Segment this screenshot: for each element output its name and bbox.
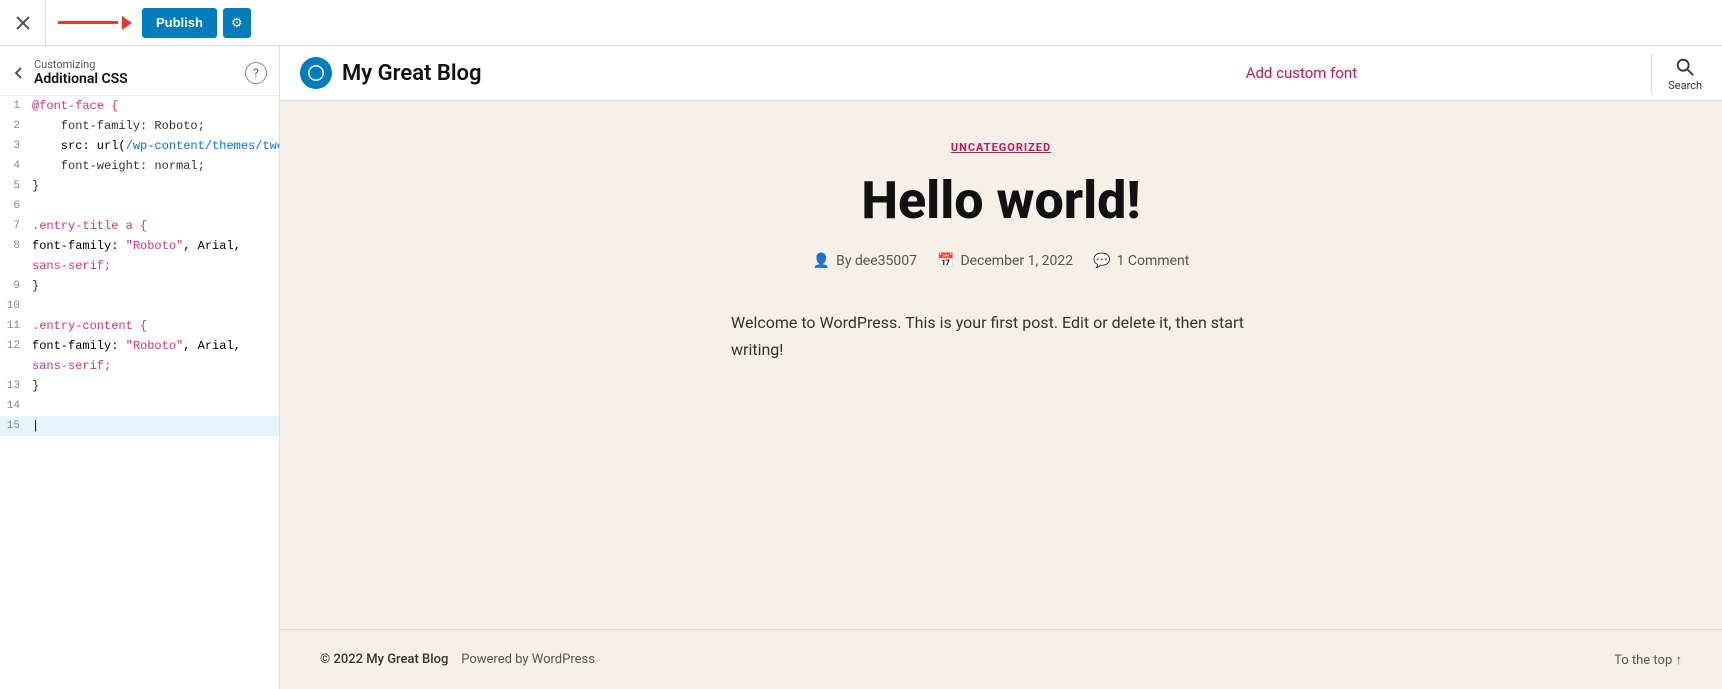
preview-content: UNCATEGORIZED Hello world! 👤 By dee35007… xyxy=(280,101,1722,629)
code-line-11: 11 .entry-content { xyxy=(0,316,279,336)
red-arrow xyxy=(58,16,132,30)
code-line-8b: sans-serif; xyxy=(0,256,279,276)
author-name: By dee35007 xyxy=(836,253,917,269)
search-area[interactable]: Search xyxy=(1668,55,1702,92)
post-date: 📅 December 1, 2022 xyxy=(937,253,1073,269)
author-icon: 👤 xyxy=(813,253,830,269)
arrow-head xyxy=(122,16,132,30)
code-line-12: 12 font-family: "Roboto", Arial, xyxy=(0,336,279,356)
code-line-10: 10 xyxy=(0,296,279,316)
code-line-5: 5 } xyxy=(0,176,279,196)
gear-button[interactable]: ⚙ xyxy=(223,8,251,38)
calendar-icon: 📅 xyxy=(937,253,954,269)
preview-area: My Great Blog Add custom font Search UNC… xyxy=(280,46,1722,689)
site-logo: My Great Blog xyxy=(300,57,968,89)
search-icon xyxy=(1673,55,1697,79)
customizing-label: Customizing xyxy=(34,58,237,71)
arrow-line xyxy=(58,21,118,24)
sidebar-title-area: Customizing Additional CSS xyxy=(34,58,237,87)
preview-nav: My Great Blog Add custom font Search xyxy=(280,46,1722,101)
code-line-14: 14 xyxy=(0,396,279,416)
code-line-6: 6 xyxy=(0,196,279,216)
site-icon xyxy=(300,57,332,89)
post-author: 👤 By dee35007 xyxy=(813,253,917,269)
code-line-4: 4 font-weight: normal; xyxy=(0,156,279,176)
to-the-top-link[interactable]: To the top ↑ xyxy=(1001,652,1682,668)
top-bar: Publish ⚙ xyxy=(0,0,1722,46)
code-line-9: 9 } xyxy=(0,276,279,296)
footer-left: © 2022 My Great Blog Powered by WordPres… xyxy=(320,652,1001,667)
nav-divider xyxy=(1651,53,1652,93)
post-comments: 💬 1 Comment xyxy=(1093,253,1189,269)
preview-footer: © 2022 My Great Blog Powered by WordPres… xyxy=(280,629,1722,689)
help-button[interactable]: ? xyxy=(245,62,267,84)
code-line-3: 3 src: url(/wp-content/themes/twentytwen… xyxy=(0,136,279,156)
comments-count: 1 Comment xyxy=(1117,253,1190,269)
post-category[interactable]: UNCATEGORIZED xyxy=(951,141,1051,154)
add-custom-font-link[interactable]: Add custom font xyxy=(1246,64,1357,82)
code-line-1: 1 @font-face { xyxy=(0,96,279,116)
code-line-13: 13 } xyxy=(0,376,279,396)
publish-area: Publish ⚙ xyxy=(46,8,263,38)
site-name[interactable]: My Great Blog xyxy=(342,61,482,86)
back-button[interactable] xyxy=(12,66,26,80)
code-line-12b: sans-serif; xyxy=(0,356,279,376)
code-line-7: 7 .entry-title a { xyxy=(0,216,279,236)
code-line-8: 8 font-family: "Roboto", Arial, xyxy=(0,236,279,256)
footer-powered: Powered by WordPress xyxy=(461,652,595,667)
nav-center: Add custom font xyxy=(968,64,1636,82)
date-value: December 1, 2022 xyxy=(960,253,1073,269)
search-label: Search xyxy=(1668,79,1702,92)
sidebar: Customizing Additional CSS ? 1 @font-fac… xyxy=(0,46,280,689)
code-line-15[interactable]: 15 | xyxy=(0,416,279,436)
code-line-2: 2 font-family: Roboto; xyxy=(0,116,279,136)
post-meta: 👤 By dee35007 📅 December 1, 2022 💬 1 Com… xyxy=(813,253,1190,269)
publish-button[interactable]: Publish xyxy=(142,8,217,38)
footer-copyright: © 2022 My Great Blog xyxy=(320,652,448,667)
post-excerpt: Welcome to WordPress. This is your first… xyxy=(731,309,1271,363)
sidebar-header: Customizing Additional CSS ? xyxy=(0,46,279,96)
css-editor[interactable]: 1 @font-face { 2 font-family: Roboto; 3 … xyxy=(0,96,279,689)
post-title: Hello world! xyxy=(861,172,1140,229)
section-title: Additional CSS xyxy=(34,71,237,87)
comment-icon: 💬 xyxy=(1093,253,1110,269)
main-layout: Customizing Additional CSS ? 1 @font-fac… xyxy=(0,46,1722,689)
close-button[interactable] xyxy=(0,0,46,46)
